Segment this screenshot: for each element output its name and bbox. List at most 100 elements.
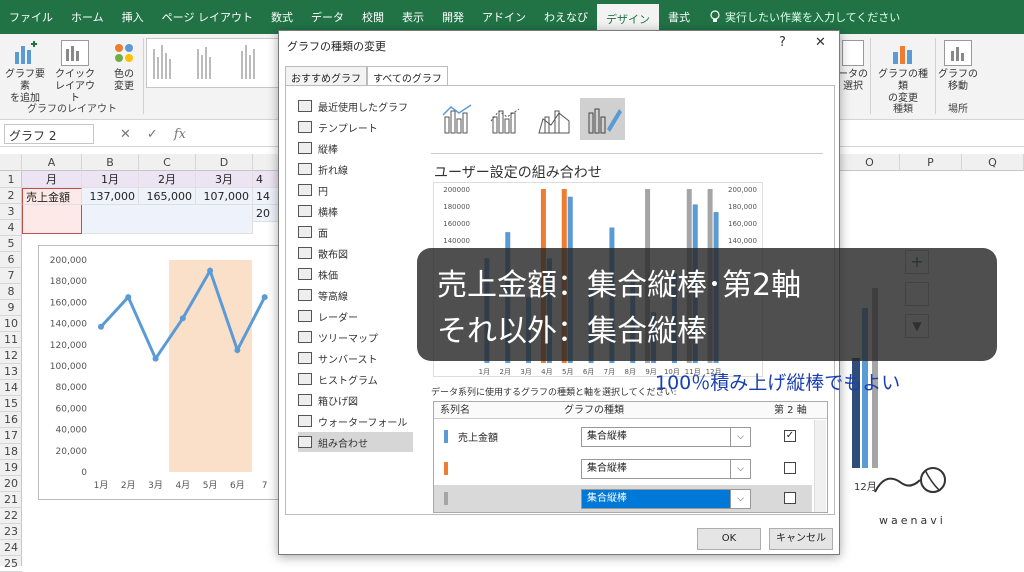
cell-d2[interactable]: 107,000 xyxy=(196,188,253,205)
close-button[interactable]: ✕ xyxy=(815,35,826,50)
combo-type-line-secondary[interactable] xyxy=(484,98,529,140)
data-point[interactable] xyxy=(261,294,268,301)
column-header-d[interactable]: D xyxy=(196,154,253,171)
combo-type-area-column[interactable] xyxy=(532,98,577,140)
chart-type-nav-item[interactable]: 面 xyxy=(298,222,413,242)
chart-type-nav-item[interactable]: 散布図 xyxy=(298,243,413,263)
data-point[interactable] xyxy=(234,347,241,354)
row-header[interactable]: 25 xyxy=(0,555,22,572)
cancel-formula-icon[interactable]: ✕ xyxy=(120,127,131,142)
chart-type-nav-item[interactable]: 組み合わせ xyxy=(298,432,413,452)
cell-a2[interactable]: 売上金額 xyxy=(22,188,82,205)
quick-layout-button[interactable]: クイック レイアウト xyxy=(52,36,98,105)
row-header[interactable]: 4 xyxy=(0,219,22,236)
chart-type-nav-item[interactable]: 円 xyxy=(298,180,413,200)
enter-formula-icon[interactable]: ✓ xyxy=(147,127,158,142)
tab-recommended[interactable]: おすすめグラフ xyxy=(285,66,367,86)
cell-b2[interactable]: 137,000 xyxy=(82,188,139,205)
row-header[interactable]: 19 xyxy=(0,459,22,476)
tab-developer[interactable]: 開発 xyxy=(433,0,473,34)
tell-me-box[interactable]: 実行したい作業を入力してください xyxy=(709,0,900,34)
tab-insert[interactable]: 挿入 xyxy=(113,0,153,34)
chart-type-nav-item[interactable]: ウォーターフォール xyxy=(298,411,413,431)
cell-d1[interactable]: 3月 xyxy=(196,171,253,188)
combo-type-custom[interactable] xyxy=(580,98,625,140)
cell-a1[interactable]: 月 xyxy=(22,171,82,188)
help-button[interactable]: ? xyxy=(779,35,786,50)
data-point[interactable] xyxy=(125,294,132,301)
chevron-down-icon[interactable]: ⌵ xyxy=(730,490,750,508)
data-point[interactable] xyxy=(179,315,186,322)
row-header[interactable]: 16 xyxy=(0,411,22,428)
row-header[interactable]: 12 xyxy=(0,347,22,364)
column-header-c[interactable]: C xyxy=(139,154,196,171)
column-header-b[interactable]: B xyxy=(82,154,139,171)
tab-waenavi[interactable]: わえなび xyxy=(535,0,597,34)
series-table-scrollbar[interactable] xyxy=(814,420,826,512)
cell-b3[interactable] xyxy=(82,205,253,234)
series-row[interactable]: 売上金額 集合縦棒 ⌵ ✓ xyxy=(434,421,812,453)
change-colors-button[interactable]: 色の 変更 xyxy=(104,36,144,93)
row-header[interactable]: 6 xyxy=(0,251,22,268)
column-header-o[interactable]: O xyxy=(840,154,900,171)
tab-all-charts[interactable]: すべてのグラフ xyxy=(367,66,448,86)
series-type-dropdown[interactable]: 集合縦棒 ⌵ xyxy=(581,427,751,447)
secondary-axis-checkbox[interactable] xyxy=(784,462,796,474)
row-header[interactable]: 24 xyxy=(0,539,22,556)
data-point[interactable] xyxy=(207,267,214,274)
chart-type-nav-item[interactable]: 箱ひげ図 xyxy=(298,390,413,410)
chart-type-nav-item[interactable]: 横棒 xyxy=(298,201,413,221)
column-header-p[interactable]: P xyxy=(900,154,962,171)
tab-page-layout[interactable]: ページ レイアウト xyxy=(153,0,262,34)
row-header[interactable]: 2 xyxy=(0,187,22,204)
column-header-q[interactable]: Q xyxy=(962,154,1024,171)
combo-type-clustered-line[interactable] xyxy=(436,98,481,140)
row-header[interactable]: 10 xyxy=(0,315,22,332)
row-header[interactable]: 22 xyxy=(0,507,22,524)
cell-b1[interactable]: 1月 xyxy=(82,171,139,188)
tab-format[interactable]: 書式 xyxy=(659,0,699,34)
tab-review[interactable]: 校閲 xyxy=(353,0,393,34)
chart-type-nav-item[interactable]: テンプレート xyxy=(298,117,413,137)
secondary-axis-checkbox[interactable] xyxy=(784,492,796,504)
row-header[interactable]: 18 xyxy=(0,443,22,460)
chevron-down-icon[interactable]: ⌵ xyxy=(730,460,750,478)
row-header[interactable]: 13 xyxy=(0,363,22,380)
chart-type-nav-item[interactable]: 折れ線 xyxy=(298,159,413,179)
series-type-dropdown[interactable]: 集合縦棒 ⌵ xyxy=(581,489,751,509)
row-header[interactable]: 5 xyxy=(0,235,22,252)
data-point[interactable] xyxy=(152,355,159,362)
chart-type-nav-item[interactable]: ヒストグラム xyxy=(298,369,413,389)
chart-type-nav-item[interactable]: レーダー xyxy=(298,306,413,326)
row-header[interactable]: 15 xyxy=(0,395,22,412)
row-header[interactable]: 14 xyxy=(0,379,22,396)
row-header[interactable]: 1 xyxy=(0,171,22,188)
row-header[interactable]: 3 xyxy=(0,203,22,220)
select-data-button[interactable]: ータの 選択 xyxy=(838,36,868,93)
chevron-down-icon[interactable]: ⌵ xyxy=(730,428,750,446)
name-box[interactable]: グラフ 2 xyxy=(4,124,94,144)
fx-icon[interactable]: fx xyxy=(174,127,186,142)
tab-formulas[interactable]: 数式 xyxy=(262,0,302,34)
data-point[interactable] xyxy=(98,323,104,330)
chart-styles-gallery[interactable] xyxy=(146,38,281,88)
tab-addins[interactable]: アドイン xyxy=(473,0,535,34)
chart-type-nav-item[interactable]: サンバースト xyxy=(298,348,413,368)
change-chart-type-button[interactable]: グラフの種類 の変更 xyxy=(874,36,932,105)
row-header[interactable]: 17 xyxy=(0,427,22,444)
series-row[interactable]: 集合縦棒 ⌵ xyxy=(434,453,812,485)
row-header[interactable]: 8 xyxy=(0,283,22,300)
row-header[interactable]: 21 xyxy=(0,491,22,508)
chart-type-nav-item[interactable]: ツリーマップ xyxy=(298,327,413,347)
row-header[interactable]: 7 xyxy=(0,267,22,284)
series-type-dropdown[interactable]: 集合縦棒 ⌵ xyxy=(581,459,751,479)
add-chart-element-button[interactable]: グラフ要素 を追加 xyxy=(2,36,48,105)
sheet-line-chart[interactable]: 200,000 180,000 160,000 140,000 120,000 100,0… xyxy=(38,245,283,500)
move-chart-button[interactable]: グラフの 移動 xyxy=(938,36,978,93)
cell-c1[interactable]: 2月 xyxy=(139,171,196,188)
cell-c2[interactable]: 165,000 xyxy=(139,188,196,205)
select-all-corner[interactable] xyxy=(0,154,22,171)
tab-home[interactable]: ホーム xyxy=(62,0,113,34)
row-header[interactable]: 11 xyxy=(0,331,22,348)
chart-type-nav-item[interactable]: 等高線 xyxy=(298,285,413,305)
